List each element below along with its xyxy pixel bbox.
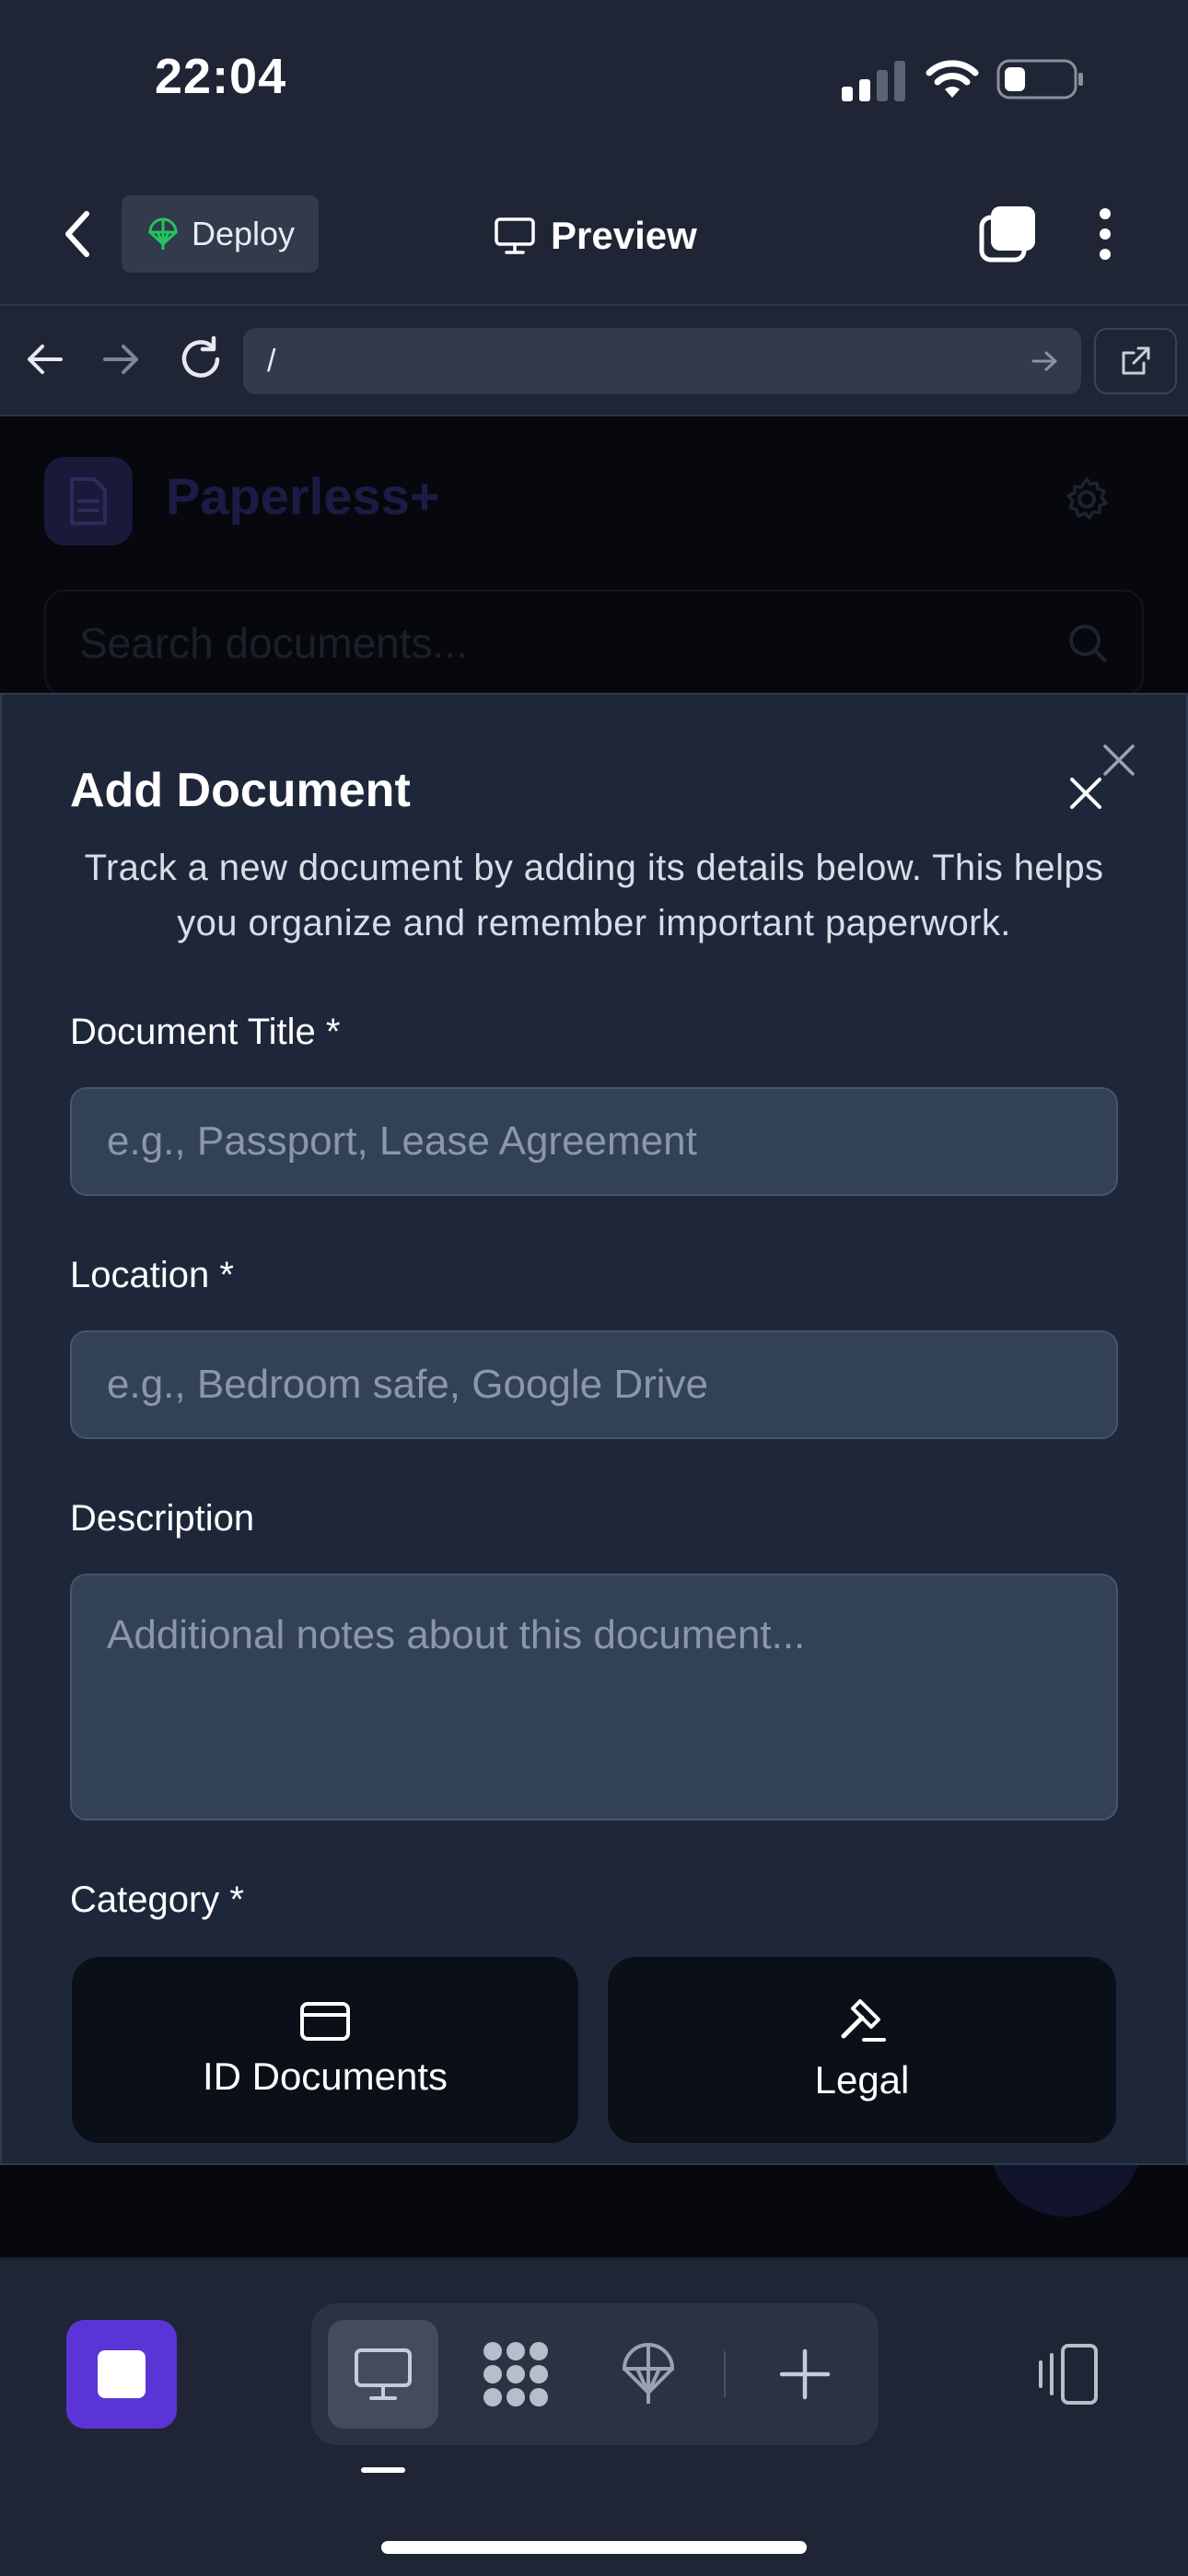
settings-gear-icon (1066, 477, 1108, 520)
gavel-icon (841, 1999, 886, 2042)
deploy-icon (622, 2343, 675, 2404)
description-placeholder: Additional notes about this document... (107, 1612, 806, 1657)
active-mode-indicator (361, 2467, 405, 2473)
mode-deploy-button[interactable] (604, 2335, 693, 2414)
app-logo (44, 457, 133, 545)
external-link-icon (1122, 346, 1150, 375)
deploy-icon (148, 217, 178, 250)
background-search-bar: Search documents... (44, 590, 1144, 697)
document-title-label: Document Title * (70, 1012, 341, 1052)
document-title-input[interactable] (70, 1087, 1118, 1196)
category-id-documents-label: ID Documents (202, 2055, 448, 2098)
mode-desktop-button[interactable] (328, 2320, 438, 2429)
location-input[interactable] (70, 1330, 1118, 1439)
category-id-documents-button[interactable]: ID Documents (72, 1957, 578, 2143)
cellular-signal-icon (842, 61, 905, 101)
description-textarea[interactable]: Additional notes about this document... (70, 1574, 1118, 1821)
status-time: 22:04 (155, 49, 287, 104)
app-brand-title: Paperless+ (166, 467, 440, 525)
dialog-close-icon[interactable] (1065, 772, 1107, 814)
preview-title: Preview (494, 208, 697, 263)
add-mode-button[interactable] (768, 2340, 842, 2408)
more-options-icon[interactable] (1092, 205, 1118, 263)
category-legal-label: Legal (814, 2058, 910, 2102)
url-input[interactable]: / (243, 328, 1081, 394)
search-icon (1069, 625, 1107, 662)
stop-button[interactable] (66, 2320, 177, 2429)
location-label: Location * (70, 1255, 234, 1295)
reload-icon[interactable] (177, 335, 225, 383)
home-indicator (381, 2541, 807, 2554)
device-rotate-icon[interactable] (1031, 2342, 1100, 2406)
battery-icon (996, 59, 1083, 100)
background-search-placeholder: Search documents... (79, 619, 468, 667)
mode-apps-button[interactable] (468, 2335, 564, 2414)
category-legal-button[interactable]: Legal (608, 1957, 1116, 2143)
description-label: Description (70, 1498, 255, 1539)
modal-title: Add Document (70, 764, 411, 817)
deploy-button[interactable]: Deploy (122, 195, 319, 273)
plus-icon (779, 2348, 831, 2400)
wifi-icon (926, 60, 979, 98)
back-button[interactable] (55, 206, 99, 262)
stop-icon (98, 2350, 146, 2398)
preview-label: Preview (551, 214, 697, 257)
url-text: / (267, 343, 276, 379)
desktop-icon (355, 2348, 412, 2400)
deploy-label: Deploy (192, 215, 296, 252)
modal-description: Track a new document by adding its detai… (84, 848, 1104, 943)
apps-grid-icon (483, 2342, 548, 2406)
mode-separator (724, 2351, 726, 2397)
nav-forward-icon[interactable] (101, 339, 142, 380)
category-label: Category * (70, 1879, 244, 1920)
tabs-icon[interactable] (978, 205, 1037, 263)
document-icon (70, 477, 107, 525)
monitor-icon (495, 217, 535, 254)
id-card-icon (300, 2002, 350, 2041)
nav-back-icon[interactable] (24, 339, 64, 380)
go-arrow-icon[interactable] (1031, 349, 1059, 373)
open-external-button[interactable] (1094, 328, 1177, 394)
